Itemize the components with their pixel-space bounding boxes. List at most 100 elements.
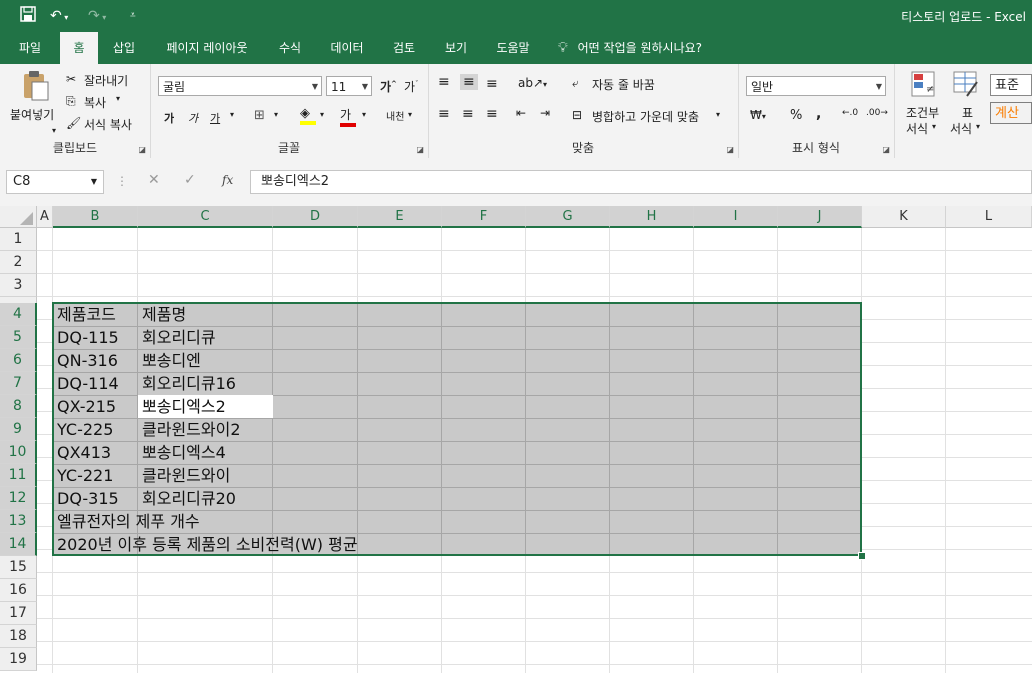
decrease-indent-icon[interactable]: ⇤	[516, 106, 526, 120]
font-name-combo[interactable]: 굴림 ▼	[158, 76, 322, 96]
tab-formulas[interactable]: 수식	[268, 32, 312, 64]
conditional-formatting-label-2[interactable]: 서식	[906, 120, 928, 137]
paste-icon[interactable]	[18, 70, 52, 104]
conditional-formatting-icon[interactable]: ≠	[910, 70, 938, 100]
cell-c7[interactable]: 회오리디큐16	[138, 372, 236, 395]
increase-indent-icon[interactable]: ⇥	[540, 106, 550, 120]
column-header-l[interactable]: L	[946, 206, 1032, 228]
align-bottom-icon[interactable]: ≡	[486, 76, 498, 92]
cell-b6[interactable]: QN-316	[53, 349, 118, 372]
row-header-2[interactable]: 2	[0, 251, 37, 274]
fill-color-dropdown-icon[interactable]: ▾	[320, 110, 324, 119]
row-header-10[interactable]: 10	[0, 441, 37, 464]
row-header-17[interactable]: 17	[0, 602, 37, 625]
bold-button[interactable]: 가	[164, 110, 174, 126]
column-header-k[interactable]: K	[862, 206, 946, 228]
paste-dropdown-icon[interactable]: ▾	[52, 126, 56, 135]
cell-b9[interactable]: YC-225	[53, 418, 113, 441]
merge-dropdown-icon[interactable]: ▾	[716, 110, 720, 119]
wrap-text-button[interactable]: 자동 줄 바꿈	[592, 76, 655, 93]
row-header-1[interactable]: 1	[0, 228, 37, 251]
increase-decimal-icon[interactable]: ←.0	[842, 108, 858, 118]
tab-data[interactable]: 데이터	[322, 32, 372, 64]
format-painter-button[interactable]: 서식 복사	[84, 116, 132, 133]
row-header-19[interactable]: 19	[0, 648, 37, 671]
cell-b11[interactable]: YC-221	[53, 464, 113, 487]
row-header-15[interactable]: 15	[0, 556, 37, 579]
cell-b4[interactable]: 제품코드	[53, 303, 116, 326]
row-header-13[interactable]: 13	[0, 510, 37, 533]
alignment-launcher-icon[interactable]: ◪	[726, 145, 734, 154]
name-box[interactable]: C8 ▼	[6, 170, 104, 194]
undo-icon[interactable]: ↶ ▾	[50, 6, 68, 26]
align-center-icon[interactable]: ≡	[462, 106, 474, 122]
tab-review[interactable]: 검토	[384, 32, 424, 64]
column-header-i[interactable]: I	[694, 206, 778, 228]
row-header-14[interactable]: 14	[0, 533, 37, 556]
italic-button[interactable]: 가	[188, 110, 198, 126]
tab-home[interactable]: 홈	[60, 32, 98, 64]
column-header-f[interactable]: F	[442, 206, 526, 228]
cell-b8[interactable]: QX-215	[53, 395, 116, 418]
row-header-11[interactable]: 11	[0, 464, 37, 487]
row-header-5[interactable]: 5	[0, 326, 37, 349]
phonetic-dropdown-icon[interactable]: ▾	[408, 110, 412, 119]
align-right-icon[interactable]: ≡	[486, 106, 498, 122]
align-top-icon[interactable]: ≡	[438, 74, 450, 90]
row-header-16[interactable]: 16	[0, 579, 37, 602]
column-header-a[interactable]: A	[37, 206, 53, 228]
cell-c9[interactable]: 클라윈드와이2	[138, 418, 241, 441]
cell-b14[interactable]: 2020년 이후 등록 제품의 소비전력(W) 평균	[53, 533, 358, 556]
spreadsheet-grid[interactable]: A B C D E F G H I J K L 1 2 3 4 5 6 7 8 …	[0, 206, 1032, 673]
paste-button[interactable]: 붙여넣기	[10, 106, 54, 123]
copy-icon[interactable]: ⎘	[66, 94, 76, 109]
copy-dropdown-icon[interactable]: ▾	[116, 94, 120, 103]
format-as-table-icon[interactable]	[952, 70, 980, 100]
borders-icon[interactable]: ⊞	[254, 108, 265, 123]
row-header-6[interactable]: 6	[0, 349, 37, 372]
currency-icon[interactable]: ₩▾	[750, 108, 766, 122]
style-normal[interactable]: 표준	[990, 74, 1032, 96]
style-calculation[interactable]: 계산	[990, 102, 1032, 124]
tab-view[interactable]: 보기	[436, 32, 476, 64]
column-header-e[interactable]: E	[358, 206, 442, 228]
customize-toolbar-icon[interactable]: ⩡	[130, 6, 136, 26]
font-launcher-icon[interactable]: ◪	[416, 145, 424, 154]
format-as-table-label-2[interactable]: 서식	[950, 120, 972, 137]
font-color-dropdown-icon[interactable]: ▾	[362, 110, 366, 119]
column-header-b[interactable]: B	[53, 206, 138, 228]
fill-color-icon[interactable]: ◈	[300, 106, 316, 125]
clipboard-launcher-icon[interactable]: ◪	[138, 145, 146, 154]
number-launcher-icon[interactable]: ◪	[882, 145, 890, 154]
percent-button[interactable]: %	[790, 108, 802, 123]
save-icon[interactable]	[20, 6, 36, 26]
format-painter-icon[interactable]: 🖌︎	[66, 116, 81, 130]
cell-b13[interactable]: 엘큐전자의 제푸 개수	[53, 510, 200, 533]
redo-icon[interactable]: ↷ ▾	[88, 6, 106, 26]
shrink-font-icon[interactable]: 가ˇ	[404, 78, 419, 95]
cell-c5[interactable]: 회오리디큐	[138, 326, 216, 349]
merge-center-icon[interactable]: ⊟	[572, 108, 582, 122]
tab-help[interactable]: 도움말	[488, 32, 538, 64]
select-all-corner[interactable]	[0, 206, 37, 228]
tab-page-layout[interactable]: 페이지 레이아웃	[158, 32, 256, 64]
decrease-decimal-icon[interactable]: .00→	[866, 108, 888, 118]
orientation-icon[interactable]: ab↗▾	[518, 76, 547, 90]
cell-c4[interactable]: 제품명	[138, 303, 186, 326]
format-as-table-label[interactable]: 표	[962, 104, 973, 121]
cell-c12[interactable]: 회오리디큐20	[138, 487, 236, 510]
copy-button[interactable]: 복사	[84, 94, 106, 111]
tab-insert[interactable]: 삽입	[104, 32, 144, 64]
cell-c11[interactable]: 클라윈드와이	[138, 464, 230, 487]
cut-button[interactable]: 잘라내기	[84, 72, 128, 89]
row-header-8[interactable]: 8	[0, 395, 37, 418]
row-header-7[interactable]: 7	[0, 372, 37, 395]
cancel-icon[interactable]: ✕	[148, 172, 160, 188]
underline-button[interactable]: 가	[210, 110, 220, 126]
align-middle-icon[interactable]: ≡	[460, 74, 478, 90]
row-header-9[interactable]: 9	[0, 418, 37, 441]
tell-me-box[interactable]: 💡︎ 어떤 작업을 원하시나요?	[558, 32, 702, 64]
wrap-text-icon[interactable]: ⤶	[572, 76, 579, 91]
cell-b10[interactable]: QX413	[53, 441, 111, 464]
cell-b7[interactable]: DQ-114	[53, 372, 119, 395]
